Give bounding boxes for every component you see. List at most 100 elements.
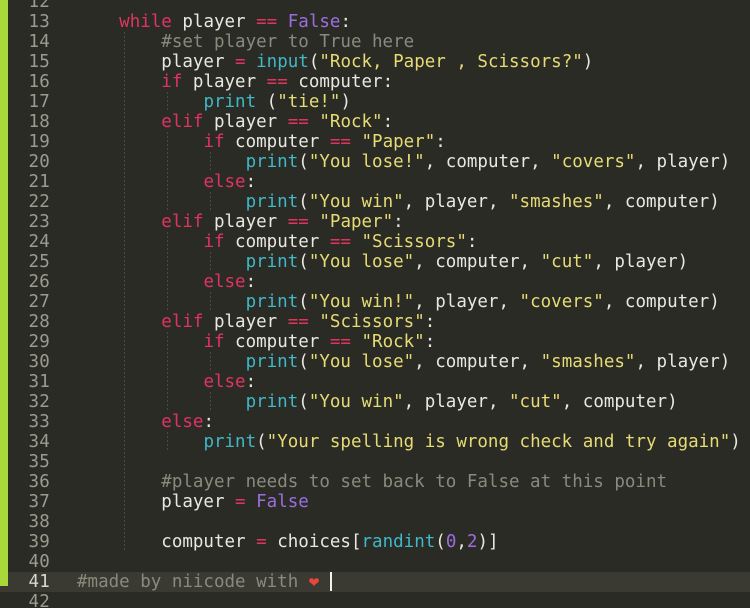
code-line[interactable]: 16 if player == computer: bbox=[0, 72, 750, 92]
token-comment bbox=[319, 572, 330, 592]
token-string: "You lose!" bbox=[308, 152, 425, 172]
token-punct: ) bbox=[719, 352, 731, 372]
code-line[interactable]: 39 computer = choices[randint(0,2)] bbox=[0, 532, 750, 552]
code-line[interactable]: 31 else: bbox=[0, 372, 750, 392]
line-number: 42 bbox=[28, 592, 50, 608]
code-line[interactable]: 30 print("You lose", computer, "smashes"… bbox=[0, 352, 750, 372]
line-number: 14 bbox=[28, 32, 50, 52]
token-operator: == bbox=[287, 112, 309, 132]
line-number: 23 bbox=[28, 212, 50, 232]
code-line[interactable]: 36 #player needs to set back to False at… bbox=[0, 472, 750, 492]
token-builtin: print bbox=[203, 432, 257, 452]
token-string: "You win" bbox=[308, 392, 404, 412]
code-line[interactable]: 15 player = input("Rock, Paper , Scissor… bbox=[0, 52, 750, 72]
code-line[interactable]: 26 else: bbox=[0, 272, 750, 292]
code-line[interactable]: 18 elif player == "Rock": bbox=[0, 112, 750, 132]
code-line[interactable]: 34 print("Your spelling is wrong check a… bbox=[0, 432, 750, 452]
token-builtin: print bbox=[245, 292, 299, 312]
code-line-text: player = False bbox=[77, 492, 309, 512]
token-operator: == bbox=[329, 332, 351, 352]
code-line[interactable]: 13 while player == False: bbox=[0, 12, 750, 32]
token-punct: ( bbox=[298, 252, 309, 272]
token-plain: computer bbox=[624, 192, 710, 212]
token-punct: ( bbox=[298, 352, 309, 372]
token-plain: player bbox=[203, 112, 288, 132]
code-line[interactable]: 25 print("You lose", computer, "cut", pl… bbox=[0, 252, 750, 272]
code-line-text: if computer == "Rock": bbox=[77, 332, 435, 352]
code-line[interactable]: 32 print("You win", player, "cut", compu… bbox=[0, 392, 750, 412]
code-line[interactable]: 24 if computer == "Scissors": bbox=[0, 232, 750, 252]
line-number: 16 bbox=[28, 72, 50, 92]
line-number: 22 bbox=[28, 192, 50, 212]
code-line-text: computer = choices[randint(0,2)] bbox=[77, 532, 498, 552]
code-line[interactable]: 23 elif player == "Paper": bbox=[0, 212, 750, 232]
token-plain: computer bbox=[287, 72, 383, 92]
token-plain: player bbox=[424, 192, 488, 212]
code-line[interactable]: 38 bbox=[0, 512, 750, 532]
token-plain: computer bbox=[224, 232, 330, 252]
token-punct: ( bbox=[308, 52, 320, 72]
token-punct: , bbox=[593, 252, 615, 272]
token-plain: player bbox=[614, 252, 678, 272]
token-plain: player bbox=[656, 352, 720, 372]
code-line[interactable]: 42 bbox=[0, 592, 750, 608]
line-number: 36 bbox=[28, 472, 50, 492]
line-number: 29 bbox=[28, 332, 50, 352]
token-punct: ( bbox=[435, 532, 446, 552]
line-number: 15 bbox=[28, 52, 50, 72]
indent-guide bbox=[124, 452, 125, 472]
token-keyword: else bbox=[203, 372, 246, 392]
code-editor[interactable]: 12 13 while player == False: 14 #set playe… bbox=[0, 0, 750, 608]
code-surface[interactable]: 12 13 while player == False: 14 #set playe… bbox=[0, 0, 750, 608]
code-line[interactable]: 27 print("You win!", player, "covers", c… bbox=[0, 292, 750, 312]
line-number: 39 bbox=[28, 532, 50, 552]
token-punct: : bbox=[382, 112, 394, 132]
code-line[interactable]: 22 print("You win", player, "smashes", c… bbox=[0, 192, 750, 212]
token-string: "Scissors" bbox=[319, 312, 425, 332]
token-punct: , bbox=[403, 392, 425, 412]
token-string: "You win!" bbox=[308, 292, 415, 312]
code-line-text: else: bbox=[77, 372, 256, 392]
code-line-text: print("You win", player, "cut", computer… bbox=[77, 392, 678, 412]
code-line[interactable]: 19 if computer == "Paper": bbox=[0, 132, 750, 152]
code-line[interactable]: 29 if computer == "Rock": bbox=[0, 332, 750, 352]
code-line[interactable]: 40 bbox=[0, 552, 750, 572]
line-number: 19 bbox=[28, 132, 50, 152]
token-plain: computer bbox=[582, 392, 668, 412]
code-line[interactable]: 21 else: bbox=[0, 172, 750, 192]
code-line[interactable]: 35 bbox=[0, 452, 750, 472]
token-comment: #set player to True here bbox=[161, 32, 415, 52]
code-line[interactable]: 14 #set player to True here bbox=[0, 32, 750, 52]
code-line-active[interactable]: 41 #made by niicode with ❤ bbox=[0, 572, 750, 592]
token-punct: , bbox=[414, 252, 436, 272]
line-number: 37 bbox=[28, 492, 50, 512]
code-line[interactable]: 37 player = False bbox=[0, 492, 750, 512]
token-keyword: if bbox=[161, 72, 183, 92]
code-line[interactable]: 33 else: bbox=[0, 412, 750, 432]
code-line[interactable]: 17 print ("tie!") bbox=[0, 92, 750, 112]
line-number: 30 bbox=[28, 352, 50, 372]
code-line[interactable]: 20 print("You lose!", computer, "covers"… bbox=[0, 152, 750, 172]
code-line[interactable]: 28 elif player == "Scissors": bbox=[0, 312, 750, 332]
token-emoji: ❤ bbox=[308, 572, 320, 592]
text-caret bbox=[330, 572, 332, 591]
code-line[interactable]: 12 bbox=[0, 0, 750, 12]
token-operator: == bbox=[256, 12, 278, 32]
line-number: 32 bbox=[28, 392, 50, 412]
token-keyword: else bbox=[203, 172, 246, 192]
token-punct: : bbox=[203, 412, 214, 432]
token-punct: ) bbox=[730, 432, 741, 452]
code-line-text: print ("tie!") bbox=[77, 92, 351, 112]
token-punct: : bbox=[245, 172, 257, 192]
